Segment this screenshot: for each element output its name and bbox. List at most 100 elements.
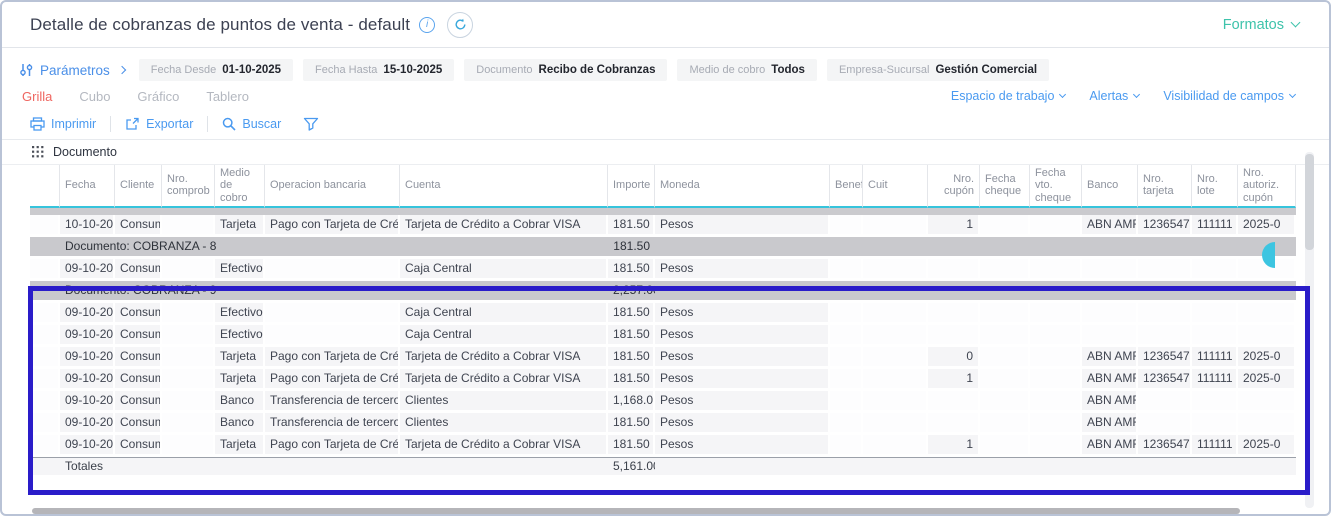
param-chip-value: Gestión Comercial [935, 64, 1037, 76]
column-header-fecha_vto_cheque[interactable]: Fecha vto. cheque [1030, 165, 1082, 208]
link-alertas[interactable]: Alertas [1089, 89, 1139, 103]
column-header-lote[interactable]: Nro. lote [1192, 165, 1238, 208]
grid-cell-banco [1082, 303, 1138, 325]
grid-row[interactable]: 09-10-2025ConsumidorTarjetaPago con Tarj… [30, 369, 1296, 391]
grid-cell-banco [1082, 259, 1138, 281]
vertical-scrollbar-thumb[interactable] [1305, 154, 1314, 250]
link-label: Espacio de trabajo [951, 89, 1055, 103]
grid-cell-fecha_cheque [980, 325, 1030, 347]
chevron-down-icon [1289, 91, 1296, 98]
grid-cell-tarjeta: 1236547 [1138, 369, 1192, 391]
toolbar-filter-button[interactable] [303, 117, 319, 131]
grid-cell-moneda: Pesos [655, 325, 830, 347]
grid-cell-moneda: Pesos [655, 347, 830, 369]
column-header-autorizacion[interactable]: Nro. autoriz. cupón [1238, 165, 1296, 208]
grid-cell-tarjeta: 1236547 [1138, 347, 1192, 369]
grid-cell-cuit [863, 413, 928, 435]
vertical-scrollbar[interactable] [1305, 152, 1314, 508]
grid-cell-handle [30, 325, 60, 347]
grid-cell-beneficiario [830, 347, 863, 369]
formats-dropdown[interactable]: Formatos [1223, 17, 1299, 33]
chevron-down-icon [1059, 91, 1066, 98]
tab-cubo[interactable]: Cubo [79, 89, 110, 104]
column-header-medio[interactable]: Medio de cobro [215, 165, 265, 208]
parameters-toggle[interactable]: Parámetros [20, 63, 125, 78]
grid-cell-banco: ABN AMRO [1082, 215, 1138, 237]
sliders-icon [20, 63, 33, 77]
data-grid: FechaClienteNro. comprobMedio de cobroOp… [30, 165, 1296, 475]
tab-grafico[interactable]: Gráfico [137, 89, 179, 104]
column-header-operacion[interactable]: Operacion bancaria [265, 165, 400, 208]
group-by-bar: Documento [2, 140, 1329, 165]
grid-cell-lote: 111111 [1192, 369, 1238, 391]
grid-cell-cupon: 0 [928, 347, 980, 369]
clipped-group-row [30, 208, 1296, 215]
grid-cell-fecha_cheque [980, 259, 1030, 281]
param-chip-label: Documento [476, 64, 532, 76]
grid-row[interactable]: 09-10-2025ConsumidorBancoTransferencia d… [30, 413, 1296, 435]
grid-cell-cupon [928, 391, 980, 413]
link-visibilidad-de-campos[interactable]: Visibilidad de campos [1163, 89, 1295, 103]
param-chip-empresa-sucursal[interactable]: Empresa-Sucursal Gestión Comercial [827, 59, 1049, 81]
grid-cell-banco [1082, 325, 1138, 347]
grid-cell-fecha_cheque [980, 303, 1030, 325]
search-icon [222, 117, 236, 131]
refresh-button[interactable] [447, 12, 473, 38]
grid-cell-operacion: Pago con Tarjeta de Crédito [265, 347, 400, 369]
grid-cell-cuenta: Clientes [400, 413, 608, 435]
column-header-cuenta[interactable]: Cuenta [400, 165, 608, 208]
grid-row[interactable]: 09-10-2025ConsumidorEfectivoCaja Central… [30, 259, 1296, 281]
group-by-chip-documento[interactable]: Documento [53, 145, 117, 159]
param-chip-value: Recibo de Cobranzas [539, 64, 656, 76]
grid-cell-medio: Tarjeta [215, 215, 265, 237]
param-chip-label: Empresa-Sucursal [839, 64, 929, 76]
column-header-cupon[interactable]: Nro. cupón [928, 165, 980, 208]
group-row[interactable]: Documento: COBRANZA - 8 181.50 [30, 237, 1296, 259]
horizontal-scrollbar[interactable] [32, 508, 1240, 514]
param-chip-medio-de-cobro[interactable]: Medio de cobro Todos [677, 59, 816, 81]
toolbar-buscar-button[interactable]: Buscar [222, 117, 281, 131]
grid-cell-comprobante [162, 435, 215, 457]
grid-cell-comprobante [162, 259, 215, 281]
column-header-importe[interactable]: Importe [608, 165, 655, 208]
grid-cell-banco: ABN AMRO [1082, 347, 1138, 369]
toolbar-exportar-button[interactable]: Exportar [125, 117, 193, 131]
grid-cell-comprobante [162, 413, 215, 435]
totals-label: Totales [30, 457, 608, 475]
column-header-banco[interactable]: Banco [1082, 165, 1138, 208]
column-header-fecha_cheque[interactable]: Fecha cheque [980, 165, 1030, 208]
column-header-beneficiario[interactable]: Beneficia [830, 165, 863, 208]
grid-cell-cuenta: Tarjeta de Crédito a Cobrar VISA [400, 347, 608, 369]
group-row[interactable]: Documento: COBRANZA - 9 2,257.00 [30, 281, 1296, 303]
info-icon[interactable]: i [419, 17, 435, 33]
column-header-fecha[interactable]: Fecha [60, 165, 115, 208]
column-header-comprobante[interactable]: Nro. comprob [162, 165, 215, 208]
grid-cell-tarjeta [1138, 259, 1192, 281]
grid-row[interactable]: 09-10-2025ConsumidorTarjetaPago con Tarj… [30, 347, 1296, 369]
param-chip-fecha-hasta[interactable]: Fecha Hasta 15-10-2025 [303, 59, 454, 81]
column-header-cuit[interactable]: Cuit [863, 165, 928, 208]
grid-row[interactable]: 09-10-2025ConsumidorBancoTransferencia d… [30, 391, 1296, 413]
grid-cell-fecha_vto_cheque [1030, 391, 1082, 413]
grid-cell-moneda: Pesos [655, 215, 830, 237]
grid-row[interactable]: 09-10-2025ConsumidorTarjetaPago con Tarj… [30, 435, 1296, 457]
column-header-moneda[interactable]: Moneda [655, 165, 830, 208]
grid-row[interactable]: 10-10-2025ConsumidorTarjetaPago con Tarj… [30, 215, 1296, 237]
link-espacio-de-trabajo[interactable]: Espacio de trabajo [951, 89, 1066, 103]
grid-cell-lote [1192, 391, 1238, 413]
grid-cell-operacion [265, 259, 400, 281]
tab-tablero[interactable]: Tablero [206, 89, 249, 104]
toolbar-imprimir-button[interactable]: Imprimir [30, 117, 96, 131]
grid-cell-lote: 111111 [1192, 215, 1238, 237]
grid-cell-importe: 181.50 [608, 325, 655, 347]
column-header-tarjeta[interactable]: Nro. tarjeta [1138, 165, 1192, 208]
grid-row[interactable]: 09-10-2025ConsumidorEfectivoCaja Central… [30, 303, 1296, 325]
grid-row[interactable]: 09-10-2025ConsumidorEfectivoCaja Central… [30, 325, 1296, 347]
param-chip-fecha-desde[interactable]: Fecha Desde 01-10-2025 [139, 59, 293, 81]
grid-cell-tarjeta [1138, 325, 1192, 347]
column-header-handle[interactable] [30, 165, 60, 208]
tab-grilla[interactable]: Grilla [22, 89, 52, 104]
param-chip-documento[interactable]: Documento Recibo de Cobranzas [464, 59, 667, 81]
grid-cell-cupon [928, 325, 980, 347]
column-header-cliente[interactable]: Cliente [115, 165, 162, 208]
